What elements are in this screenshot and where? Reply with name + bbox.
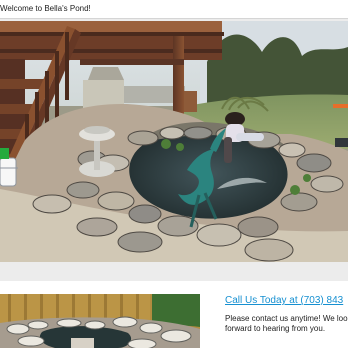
hero-image <box>0 21 348 262</box>
contact-panel: Call Us Today at (703) 843 Please contac… <box>225 294 348 348</box>
browser-viewport: Welcome to Bella's Pond! Call Us Today a… <box>0 0 348 348</box>
call-us-link[interactable]: Call Us Today at (703) 843 <box>225 295 348 307</box>
contact-message: Please contact us anytime! We look forwa… <box>225 314 348 333</box>
pond-photo-thumbnail <box>0 294 200 348</box>
page-title: Welcome to Bella's Pond! <box>0 0 348 19</box>
